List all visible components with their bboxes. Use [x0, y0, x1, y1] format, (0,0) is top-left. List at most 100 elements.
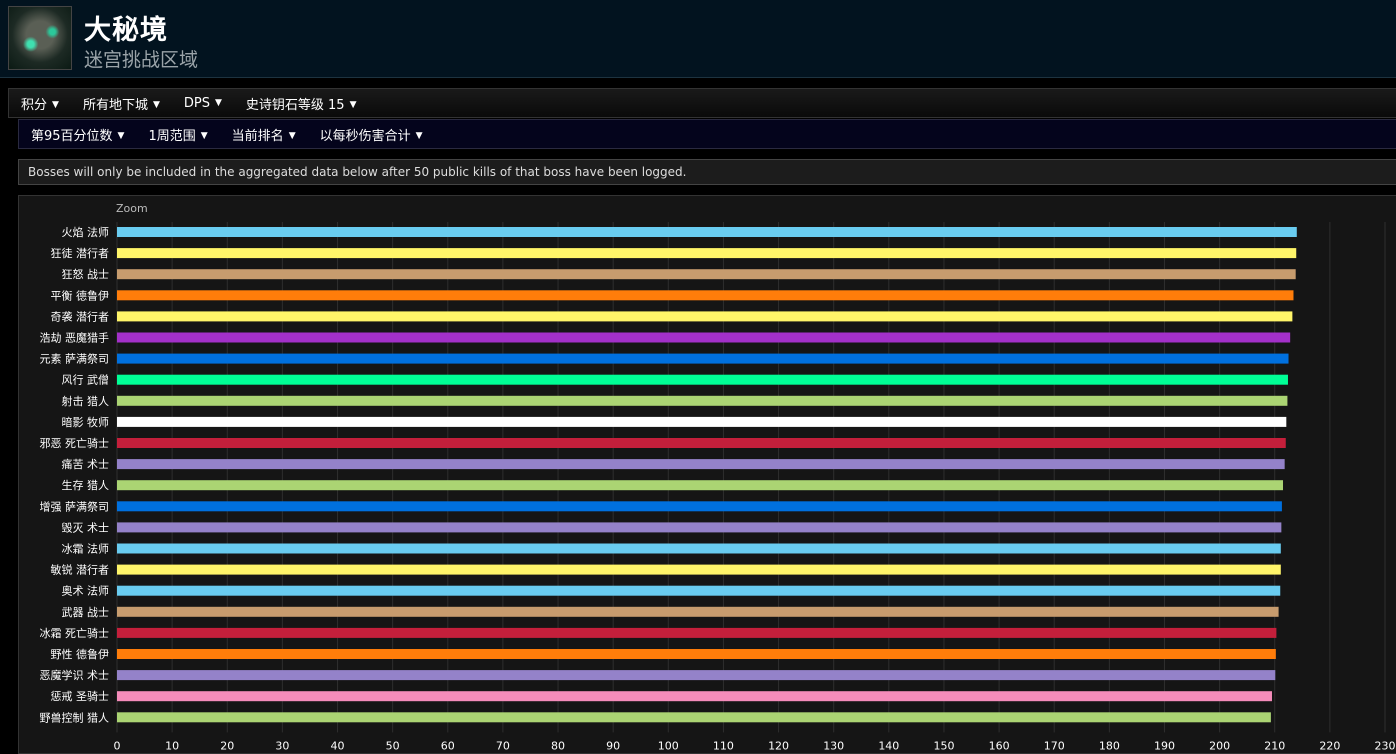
bar	[117, 374, 1288, 385]
percentile-dropdown-label: 第95百分位数	[31, 128, 113, 144]
category-label: 浩劫 恶魔猎手	[40, 331, 110, 345]
bar	[117, 712, 1271, 723]
role-dropdown[interactable]: DPS ▼	[184, 96, 222, 111]
x-tick-label: 20	[220, 739, 234, 752]
x-tick-label: 110	[713, 739, 734, 752]
category-label: 恶魔学识 术士	[40, 668, 110, 682]
category-label: 奇袭 潜行者	[51, 309, 110, 323]
x-tick-label: 0	[114, 739, 121, 752]
x-tick-label: 230	[1375, 739, 1396, 752]
metric-dropdown-label: 积分	[21, 97, 48, 113]
x-tick-label: 80	[551, 739, 565, 752]
category-label: 元素 萨满祭司	[40, 353, 110, 366]
time-range-dropdown[interactable]: 1周范围 ▼	[148, 125, 207, 144]
chevron-down-icon: ▼	[415, 131, 423, 141]
category-label: 火焰 法师	[62, 225, 110, 239]
x-tick-label: 100	[658, 739, 679, 752]
category-label: 射击 猎人	[62, 394, 110, 408]
x-tick-label: 210	[1264, 739, 1285, 752]
aggregation-dropdown[interactable]: 以每秒伤害合计 ▼	[320, 125, 423, 144]
keystone-level-dropdown[interactable]: 史诗钥石等级 15 ▼	[246, 94, 357, 113]
x-tick-label: 180	[1099, 739, 1120, 752]
category-label: 痛苦 术士	[62, 457, 110, 471]
category-label: 野兽控制 猎人	[40, 710, 110, 724]
category-label: 野性 德鲁伊	[51, 647, 110, 661]
filter-bar-secondary: 第95百分位数 ▼ 1周范围 ▼ 当前排名 ▼ 以每秒伤害合计 ▼	[18, 119, 1396, 149]
x-tick-label: 190	[1154, 739, 1175, 752]
category-label: 冰霜 法师	[62, 542, 110, 556]
x-tick-label: 40	[331, 739, 345, 752]
zoom-label: Zoom	[116, 202, 148, 215]
bar	[117, 480, 1284, 491]
bar	[117, 670, 1276, 681]
x-tick-label: 220	[1319, 739, 1340, 752]
bar	[117, 459, 1285, 470]
chart-panel: Zoom 0 10 20 30 40 50 60 70 80 90 100 110 120 130 140 15…	[18, 195, 1396, 754]
bar	[117, 311, 1293, 322]
category-label: 武器 战士	[62, 606, 110, 619]
category-label: 平衡 德鲁伊	[51, 288, 110, 302]
metric-dropdown[interactable]: 积分 ▼	[21, 94, 59, 113]
bar	[117, 501, 1282, 512]
bar	[117, 606, 1279, 617]
dps-bar-chart: Zoom 0 10 20 30 40 50 60 70 80 90 100 110 120 130 140 15…	[40, 202, 1396, 752]
bar	[117, 585, 1281, 596]
x-tick-label: 30	[275, 739, 289, 752]
ranking-type-dropdown[interactable]: 当前排名 ▼	[232, 125, 296, 144]
bar	[117, 353, 1289, 364]
chevron-down-icon: ▼	[117, 131, 125, 141]
x-tick-label: 50	[386, 739, 400, 752]
bar	[117, 649, 1276, 659]
x-tick-label: 60	[441, 739, 455, 752]
bar	[117, 627, 1277, 638]
bar	[117, 522, 1282, 533]
chevron-down-icon: ▼	[200, 131, 208, 141]
category-label: 暗影 牧师	[62, 415, 110, 429]
bar	[117, 543, 1281, 554]
bar	[117, 227, 1297, 237]
percentile-dropdown[interactable]: 第95百分位数 ▼	[31, 125, 124, 144]
filter-bar-primary: 积分 ▼ 所有地下城 ▼ DPS ▼ 史诗钥石等级 15 ▼	[8, 88, 1396, 118]
dungeon-dropdown[interactable]: 所有地下城 ▼	[83, 94, 160, 113]
category-label: 惩戒 圣骑士	[51, 690, 110, 703]
x-tick-label: 90	[606, 739, 620, 752]
x-tick-label: 120	[768, 739, 789, 752]
page-subtitle: 迷宫挑战区域	[84, 49, 199, 71]
bar	[117, 564, 1281, 575]
x-tick-label: 70	[496, 739, 510, 752]
chevron-down-icon: ▼	[214, 98, 222, 108]
x-tick-label: 140	[878, 739, 899, 752]
bar	[117, 691, 1272, 702]
chevron-down-icon: ▼	[288, 131, 296, 141]
category-label: 敏锐 潜行者	[51, 563, 110, 577]
chevron-down-icon: ▼	[52, 100, 59, 110]
category-label: 增强 萨满祭司	[40, 499, 110, 513]
chevron-down-icon: ▼	[349, 100, 357, 110]
page-title: 大秘境	[84, 15, 168, 46]
bar	[117, 438, 1286, 448]
category-label: 狂徒 潜行者	[51, 246, 110, 260]
x-tick-label: 170	[1044, 739, 1065, 752]
zone-header: 大秘境 迷宫挑战区域	[0, 0, 1396, 78]
aggregation-dropdown-label: 以每秒伤害合计	[319, 128, 411, 144]
bar	[117, 290, 1294, 301]
info-notice: Bosses will only be included in the aggr…	[18, 159, 1396, 185]
x-tick-label: 200	[1209, 739, 1230, 752]
category-label: 狂怒 战士	[62, 267, 110, 281]
x-tick-label: 160	[989, 739, 1010, 752]
category-label: 冰霜 死亡骑士	[40, 626, 110, 640]
zone-emblem-icon	[8, 6, 72, 70]
x-tick-label: 10	[165, 739, 179, 752]
chevron-down-icon: ▼	[152, 100, 160, 110]
category-label: 风行 武僧	[62, 374, 110, 387]
dungeon-dropdown-label: 所有地下城	[82, 97, 148, 113]
category-label: 邪恶 死亡骑士	[40, 436, 110, 450]
category-label: 奥术 法师	[62, 584, 110, 598]
x-tick-label: 150	[933, 739, 954, 752]
ranking-type-dropdown-label: 当前排名	[231, 128, 284, 144]
bar	[117, 395, 1288, 406]
category-label: 毁灭 术士	[62, 520, 110, 534]
time-range-dropdown-label: 1周范围	[148, 128, 196, 144]
role-dropdown-label: DPS	[183, 95, 210, 111]
keystone-level-dropdown-label: 史诗钥石等级 15	[245, 97, 345, 113]
